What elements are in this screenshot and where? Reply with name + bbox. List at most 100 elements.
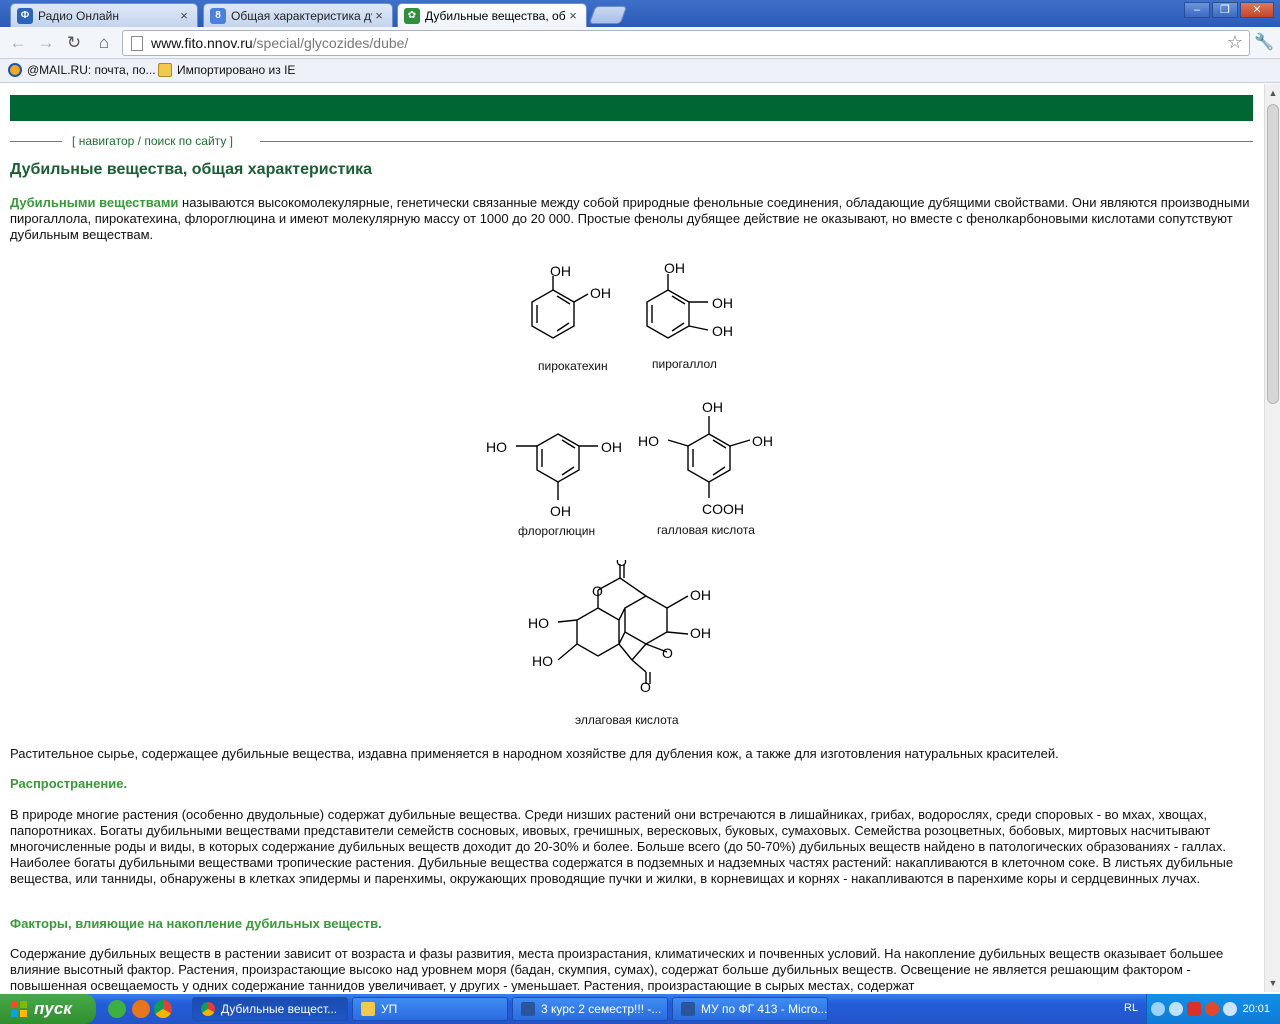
hydroxyl-label: OH (690, 587, 711, 603)
page-icon (131, 35, 143, 51)
hydroxyl-label: HO (532, 653, 553, 669)
bookmark-label: @MAIL.RU: почта, по... (27, 63, 156, 77)
close-tab-icon[interactable]: × (177, 8, 191, 23)
scrollbar-thumb[interactable] (1267, 104, 1279, 404)
divider (260, 141, 1253, 142)
page-scrollbar[interactable]: ▲ ▼ (1264, 84, 1280, 992)
site-search-link[interactable]: поиск по сайту (144, 134, 226, 148)
page-title: Дубильные вещества, общая характеристика (10, 161, 373, 178)
forward-icon[interactable]: → (34, 31, 58, 55)
site-header-bar (10, 95, 1253, 121)
word-document-icon (681, 1002, 695, 1016)
start-button[interactable]: пуск (0, 994, 96, 1024)
close-window-icon[interactable]: ✕ (1240, 2, 1274, 18)
bookmark-label: Импортировано из IE (177, 63, 296, 77)
back-icon[interactable]: ← (6, 31, 30, 55)
ellagic-acid-structure: O O O O HO HO OH OH (528, 560, 711, 695)
bookmark-star-icon[interactable]: ☆ (1227, 32, 1243, 53)
antivirus-shield-icon[interactable] (1187, 1002, 1201, 1016)
pyrogallol-label: пирогаллол (652, 357, 717, 371)
home-icon[interactable]: ⌂ (92, 31, 116, 55)
firefox-icon[interactable] (132, 1000, 150, 1018)
nav-links: [ навигатор / поиск по сайту ] (70, 134, 236, 148)
hydroxyl-label: HO (638, 433, 659, 449)
start-label: пуск (34, 999, 72, 1018)
folder-icon (361, 1002, 375, 1016)
pyrocatechol-label: пирокатехин (538, 359, 608, 373)
scroll-down-icon[interactable]: ▼ (1266, 976, 1280, 990)
fito-favicon-icon: ✿ (404, 7, 420, 24)
maximize-icon[interactable]: ❐ (1212, 2, 1238, 18)
task-word-course[interactable]: 3 курс 2 семестр!!! -... (512, 997, 668, 1021)
tab-tannins-active[interactable]: ✿ Дубильные вещества, общ × (397, 3, 587, 27)
chrome-icon[interactable] (154, 1000, 172, 1018)
radio-favicon-icon: Ф (17, 7, 33, 24)
url-path: /special/glycozides/dube/ (252, 35, 409, 51)
chrome-icon (201, 1002, 215, 1016)
bookmark-mailru[interactable]: @MAIL.RU: почта, по... (8, 63, 156, 77)
site-navigation: [ навигатор / поиск по сайту ] (10, 134, 1253, 150)
task-folder-up[interactable]: УП (352, 997, 508, 1021)
wrench-menu-icon[interactable]: 🔧 (1254, 32, 1274, 52)
hydroxyl-label: HO (486, 439, 507, 455)
hydroxyl-label: OH (664, 260, 685, 276)
section-heading-distribution: Распространение. (10, 776, 128, 791)
phloroglucinol-label: флороглюцин (518, 524, 596, 538)
security-icon[interactable] (1205, 1002, 1219, 1016)
divider (10, 141, 62, 142)
hydroxyl-label: OH (590, 285, 611, 301)
pyrogallol-structure: OH OH OH (646, 260, 733, 339)
network-icon[interactable] (1151, 1002, 1165, 1016)
page-content: [ навигатор / поиск по сайту ] Дубильные… (0, 84, 1264, 992)
hydroxyl-label: OH (550, 503, 571, 519)
task-chrome-tannins[interactable]: Дубильные вещест... (192, 997, 348, 1021)
display-icon[interactable] (1169, 1002, 1183, 1016)
hydroxyl-label: OH (690, 625, 711, 641)
bookmark-folder-ie[interactable]: Импортировано из IE (158, 63, 295, 77)
section-heading-factors: Факторы, влияющие на накопление дубильны… (10, 916, 382, 931)
utorrent-icon[interactable] (108, 1000, 126, 1018)
minimize-icon[interactable]: – (1184, 2, 1210, 18)
carboxyl-label: COOH (702, 501, 744, 517)
hydroxyl-label: OH (712, 295, 733, 311)
ring-oxygen-label: O (592, 583, 603, 599)
navigator-link[interactable]: навигатор (79, 134, 135, 148)
windows-flag-icon (11, 1001, 27, 1017)
tab-title: Дубильные вещества, общ (425, 8, 566, 23)
hydroxyl-label: OH (752, 433, 773, 449)
volume-icon[interactable] (1223, 1002, 1237, 1016)
carbonyl-oxygen-label: O (616, 560, 627, 569)
hydroxyl-label: HO (528, 615, 549, 631)
tab-title: Радио Онлайн (38, 8, 119, 23)
word-document-icon (521, 1002, 535, 1016)
carbonyl-oxygen-label: O (640, 679, 651, 695)
folder-icon (158, 63, 172, 77)
hydroxyl-label: OH (712, 323, 733, 339)
reload-icon[interactable]: ↻ (62, 31, 86, 55)
bookmarks-bar: @MAIL.RU: почта, по... Импортировано из … (0, 59, 1280, 83)
tab-general-characteristics[interactable]: 8 Общая характеристика ду × (203, 3, 393, 27)
hydroxyl-label: OH (702, 399, 723, 415)
tab-radio-online[interactable]: Ф Радио Онлайн × (10, 3, 198, 27)
distribution-paragraph: В природе многие растения (особенно двуд… (10, 807, 1234, 886)
mailru-icon (8, 63, 22, 77)
intro-text: называются высокомолекулярные, генетичес… (10, 195, 1250, 242)
pyrocatechol-structure: OH OH (531, 263, 611, 339)
language-indicator[interactable]: RL (1124, 1002, 1138, 1014)
address-bar[interactable]: www.fito.nnov.ru/special/glycozides/dube… (122, 30, 1250, 56)
browser-toolbar: ← → ↻ ⌂ www.fito.nnov.ru/special/glycozi… (0, 27, 1280, 59)
url-host: www.fito.nnov.ru (151, 35, 253, 51)
close-tab-icon[interactable]: × (372, 8, 386, 23)
scroll-up-icon[interactable]: ▲ (1266, 86, 1280, 100)
hydroxyl-label: OH (601, 439, 622, 455)
system-clock: 20:01 (1242, 1003, 1270, 1015)
close-tab-icon[interactable]: × (566, 8, 580, 23)
phloroglucinol-structure: HO OH OH (486, 433, 622, 519)
ellagic-acid-label: эллаговая кислота (575, 713, 679, 727)
gallic-acid-label: галловая кислота (657, 523, 755, 537)
new-tab-button[interactable] (588, 6, 628, 24)
task-word-mu[interactable]: МУ по ФГ 413 - Micro... (672, 997, 828, 1021)
ring-oxygen-label: O (662, 645, 673, 661)
google-favicon-icon: 8 (210, 7, 226, 24)
hydroxyl-label: OH (550, 263, 571, 279)
